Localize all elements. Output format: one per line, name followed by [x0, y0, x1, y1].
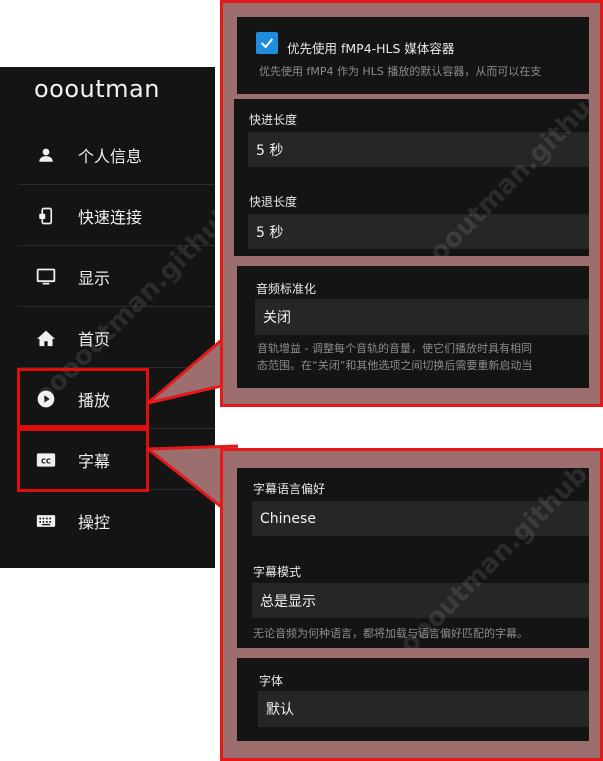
subtitle-mode-description: 无论音频为何种语言，都将加载与语言偏好匹配的字幕。	[253, 627, 528, 640]
fast-forward-select[interactable]: 5 秒	[248, 132, 589, 167]
fmp4-description: 优先使用 fMP4 作为 HLS 播放的默认容器，从而可以在支	[259, 65, 542, 78]
fmp4-checkbox[interactable]	[256, 32, 278, 54]
checkmark-icon	[260, 38, 274, 49]
subtitle-language-label: 字幕语言偏好	[253, 482, 326, 496]
seek-section: 快进长度 5 秒 快退长度 5 秒 ooooutman.github.io	[234, 99, 589, 256]
audio-normalization-section: 音频标准化 关闭 音轨增益 - 调整每个音轨的音量，使它们播放时具有相同 态范围…	[237, 266, 589, 388]
audio-normalization-select[interactable]: 关闭	[255, 299, 589, 335]
rewind-label: 快退长度	[249, 195, 298, 209]
subtitles-callout: 字幕语言偏好 Chinese 字幕模式 总是显示 无论音频为何种语言，都将加载与…	[220, 448, 603, 761]
subtitle-language-section: 字幕语言偏好 Chinese 字幕模式 总是显示 无论音频为何种语言，都将加载与…	[237, 468, 589, 648]
playback-callout: 优先使用 fMP4-HLS 媒体容器 优先使用 fMP4 作为 HLS 播放的默…	[220, 0, 603, 407]
subtitle-mode-label: 字幕模式	[253, 565, 302, 579]
fast-forward-label: 快进长度	[249, 113, 298, 127]
subtitle-language-select[interactable]: Chinese	[252, 501, 589, 536]
fmp4-section: 优先使用 fMP4-HLS 媒体容器 优先使用 fMP4 作为 HLS 播放的默…	[237, 17, 589, 94]
audio-normalization-desc-line1: 音轨增益 - 调整每个音轨的音量，使它们播放时具有相同	[257, 342, 532, 355]
audio-normalization-label: 音频标准化	[256, 282, 317, 296]
rewind-select[interactable]: 5 秒	[248, 214, 589, 249]
subtitle-font-section: 字体 默认	[237, 658, 589, 741]
subtitle-mode-select[interactable]: 总是显示	[252, 583, 589, 618]
subtitle-font-label: 字体	[259, 674, 284, 688]
audio-normalization-desc-line2: 态范围。在“关闭”和其他选项之间切换后需要重新启动当	[257, 359, 533, 372]
subtitle-font-select[interactable]: 默认	[258, 691, 589, 727]
watermark: ooooutman.github.io	[381, 468, 589, 648]
fmp4-label: 优先使用 fMP4-HLS 媒体容器	[287, 41, 455, 56]
